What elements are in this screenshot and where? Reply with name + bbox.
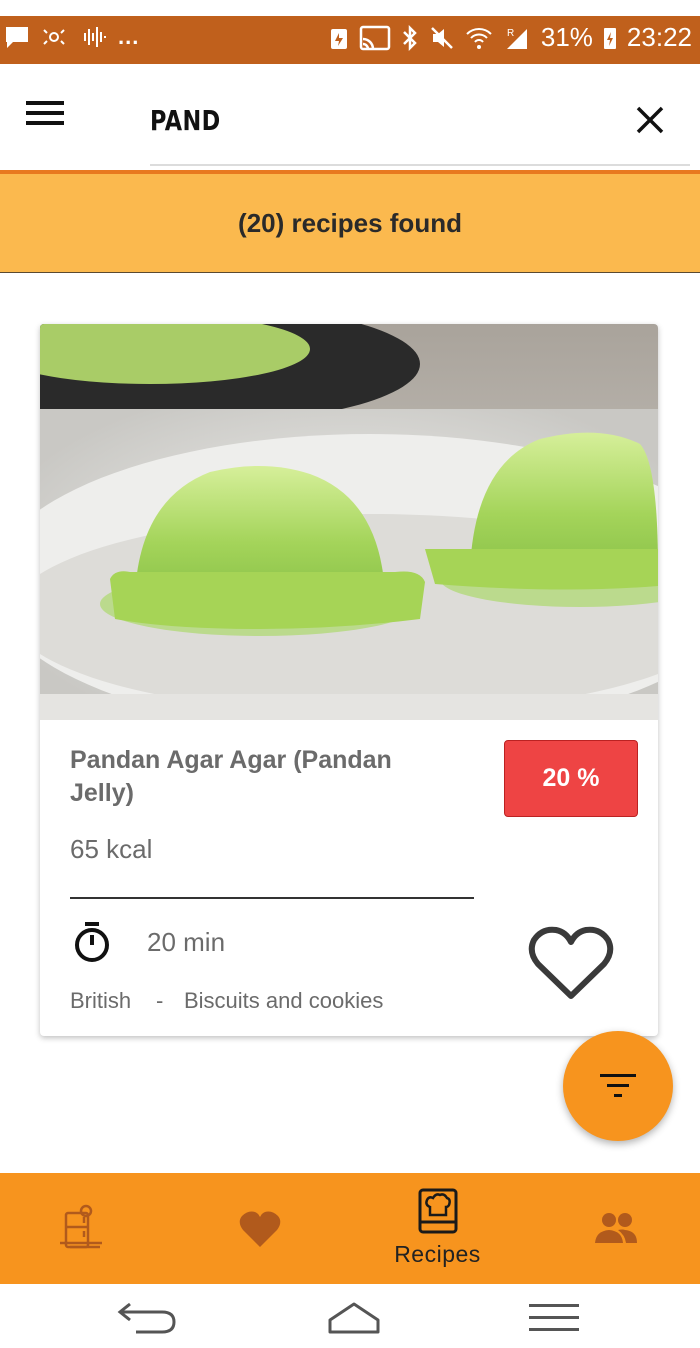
cuisine-label: British bbox=[70, 988, 132, 1013]
card-divider bbox=[70, 897, 474, 899]
battery-saver-icon bbox=[330, 28, 347, 49]
status-right: R 31% 23:22 bbox=[329, 22, 692, 53]
nav-ingredients[interactable] bbox=[0, 1173, 175, 1284]
fridge-ingredients-icon bbox=[60, 1204, 102, 1249]
message-icon bbox=[6, 27, 28, 48]
battery-percent: 31% bbox=[540, 22, 593, 52]
system-back-button[interactable] bbox=[116, 1296, 178, 1341]
cook-time: 20 min bbox=[147, 927, 226, 957]
status-strip: ... R 31% 23:22 bbox=[0, 16, 700, 64]
recipe-title[interactable]: Pandan Agar Agar (Pandan Jelly) bbox=[70, 744, 450, 810]
results-banner: (20) recipes found bbox=[0, 170, 700, 273]
mute-icon bbox=[430, 26, 453, 49]
recipe-image[interactable] bbox=[40, 324, 658, 720]
menu-button[interactable] bbox=[22, 98, 72, 138]
system-home-button[interactable] bbox=[326, 1300, 382, 1341]
voice-icon bbox=[84, 27, 106, 47]
recipe-card[interactable]: Pandan Agar Agar (Pandan Jelly) 20 % 65 … bbox=[40, 324, 658, 1036]
favorite-button[interactable] bbox=[528, 924, 614, 1004]
signal-wave-icon bbox=[43, 29, 65, 45]
home-icon bbox=[328, 1302, 380, 1334]
results-count-text: (20) recipes found bbox=[238, 207, 462, 238]
search-input[interactable] bbox=[150, 92, 502, 148]
hamburger-menu-icon bbox=[26, 101, 64, 125]
category-label: Biscuits and cookies bbox=[184, 988, 384, 1013]
system-recents-button[interactable] bbox=[527, 1298, 581, 1339]
wifi-icon bbox=[466, 27, 492, 49]
heart-icon bbox=[239, 1211, 281, 1247]
status-left: ... bbox=[4, 24, 139, 50]
status-overflow: ... bbox=[118, 24, 140, 49]
cell-signal-icon: R bbox=[506, 28, 527, 49]
clear-search-button[interactable] bbox=[630, 100, 670, 140]
bluetooth-icon bbox=[402, 24, 417, 51]
timer-icon bbox=[75, 922, 109, 962]
clock: 23:22 bbox=[626, 22, 692, 52]
bottom-nav: Recipes bbox=[0, 1173, 700, 1284]
recipe-book-icon bbox=[418, 1188, 458, 1234]
filter-fab[interactable] bbox=[563, 1031, 673, 1141]
nav-community[interactable] bbox=[525, 1173, 700, 1284]
nav-favorites[interactable] bbox=[175, 1173, 350, 1284]
system-nav-bar bbox=[0, 1284, 700, 1348]
nav-recipes[interactable]: Recipes bbox=[350, 1173, 525, 1284]
status-bar: ... R 31% 23:22 bbox=[0, 0, 700, 64]
close-icon bbox=[636, 106, 664, 134]
calories-label: 65 kcal bbox=[70, 834, 153, 864]
cast-icon bbox=[359, 25, 391, 50]
heart-outline-icon bbox=[528, 926, 614, 999]
app-bar bbox=[0, 64, 700, 170]
match-badge: 20 % bbox=[504, 740, 638, 817]
recents-menu-icon bbox=[529, 1304, 579, 1331]
nav-label: Recipes bbox=[394, 1241, 481, 1267]
search-underline bbox=[150, 164, 690, 166]
filter-icon bbox=[600, 1074, 636, 1097]
meta-separator: - bbox=[156, 988, 164, 1013]
people-icon bbox=[595, 1213, 637, 1243]
roaming-label: R bbox=[507, 28, 514, 39]
back-arrow-icon bbox=[117, 1302, 176, 1334]
battery-charging-icon bbox=[603, 27, 616, 49]
